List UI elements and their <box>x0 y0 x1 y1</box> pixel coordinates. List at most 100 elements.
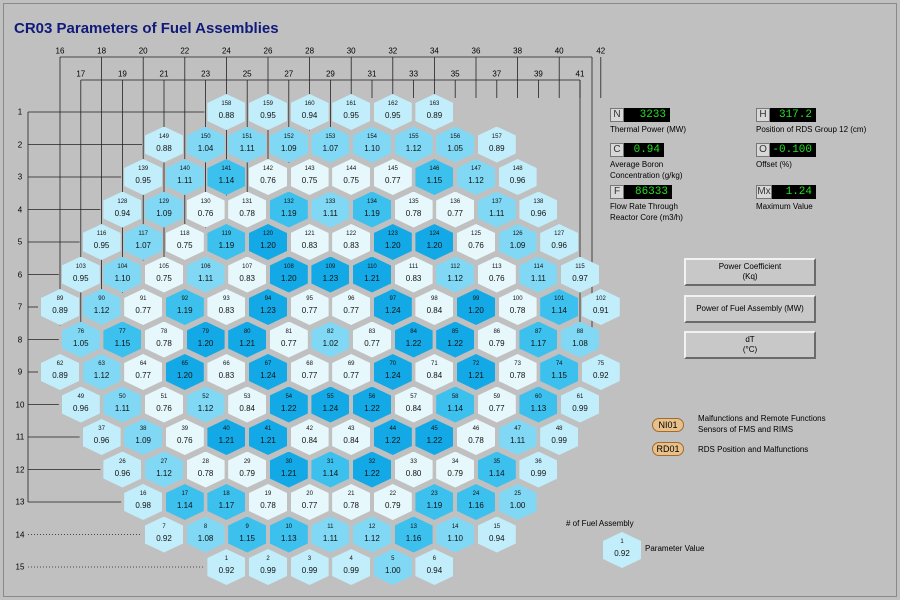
fuel-assembly-cell[interactable]: 67 1.24 <box>249 354 287 390</box>
fuel-assembly-cell[interactable]: 116 0.95 <box>82 224 121 260</box>
fuel-assembly-cell[interactable]: 50 1.11 <box>103 386 142 423</box>
fuel-assembly-cell[interactable]: 135 0.78 <box>394 191 433 228</box>
fuel-assembly-cell[interactable]: 64 0.77 <box>124 354 163 390</box>
fuel-assembly-cell[interactable]: 115 0.97 <box>561 256 599 293</box>
fuel-assembly-cell[interactable]: 158 0.88 <box>207 94 246 130</box>
fuel-assembly-cell[interactable]: 154 1.10 <box>353 126 391 163</box>
fuel-assembly-cell[interactable]: 41 1.21 <box>249 419 287 455</box>
fuel-assembly-cell[interactable]: 22 0.79 <box>373 484 412 520</box>
fuel-assembly-cell[interactable]: 121 0.83 <box>290 224 329 260</box>
fuel-assembly-cell[interactable]: 122 0.83 <box>332 224 371 260</box>
fuel-assembly-cell[interactable]: 120 1.20 <box>249 224 287 260</box>
fuel-assembly-cell[interactable]: 16 0.98 <box>124 484 163 520</box>
fuel-assembly-cell[interactable]: 118 0.75 <box>165 224 204 260</box>
fuel-assembly-cell[interactable]: 32 1.22 <box>353 451 391 488</box>
fuel-assembly-cell[interactable]: 142 0.76 <box>249 159 287 195</box>
fuel-assembly-cell[interactable]: 20 0.77 <box>290 484 329 520</box>
fuel-assembly-cell[interactable]: 3 0.99 <box>290 549 329 585</box>
fuel-assembly-cell[interactable]: 150 1.04 <box>186 126 225 163</box>
fuel-assembly-cell[interactable]: 98 0.84 <box>415 289 454 325</box>
fuel-assembly-cell[interactable]: 136 0.77 <box>436 191 475 228</box>
fuel-assembly-cell[interactable]: 130 0.76 <box>186 191 225 228</box>
fuel-assembly-cell[interactable]: 90 1.12 <box>82 289 121 325</box>
fuel-assembly-cell[interactable]: 125 0.76 <box>457 224 495 260</box>
fuel-assembly-cell[interactable]: 35 1.14 <box>477 451 516 488</box>
fuel-assembly-cell[interactable]: 156 1.05 <box>436 126 475 163</box>
fuel-assembly-cell[interactable]: 77 1.15 <box>103 321 142 358</box>
fuel-assembly-cell[interactable]: 155 1.12 <box>394 126 433 163</box>
fuel-assembly-cell[interactable]: 140 1.11 <box>165 159 204 195</box>
fuel-assembly-cell[interactable]: 13 1.16 <box>394 516 433 553</box>
fuel-assembly-cell[interactable]: 163 0.89 <box>415 94 454 130</box>
fuel-assembly-cell[interactable]: 17 1.14 <box>165 484 204 520</box>
fuel-assembly-cell[interactable]: 94 1.23 <box>249 289 287 325</box>
fuel-assembly-cell[interactable]: 71 0.84 <box>415 354 454 390</box>
fuel-assembly-cell[interactable]: 10 1.13 <box>269 516 308 553</box>
fuel-assembly-cell[interactable]: 96 0.77 <box>332 289 371 325</box>
fuel-assembly-cell[interactable]: 18 1.17 <box>207 484 246 520</box>
fuel-assembly-cell[interactable]: 36 0.99 <box>519 451 558 488</box>
fuel-assembly-cell[interactable]: 26 0.96 <box>103 451 142 488</box>
fuel-assembly-cell[interactable]: 43 0.84 <box>332 419 371 455</box>
fuel-assembly-cell[interactable]: 112 1.12 <box>436 256 475 293</box>
fuel-assembly-cell[interactable]: 141 1.14 <box>207 159 246 195</box>
fuel-assembly-cell[interactable]: 37 0.96 <box>82 419 121 455</box>
fuel-assembly-cell[interactable]: 6 0.94 <box>415 549 454 585</box>
fuel-assembly-cell[interactable]: 59 0.77 <box>477 386 516 423</box>
fuel-assembly-cell[interactable]: 14 1.10 <box>436 516 475 553</box>
fuel-assembly-cell[interactable]: 144 0.75 <box>332 159 371 195</box>
fuel-assembly-cell[interactable]: 126 1.09 <box>498 224 537 260</box>
fuel-assembly-cell[interactable]: 82 1.02 <box>311 321 350 358</box>
fuel-assembly-cell[interactable]: 73 0.78 <box>498 354 537 390</box>
fuel-assembly-cell[interactable]: 133 1.11 <box>311 191 350 228</box>
fuel-assembly-cell[interactable]: 39 0.76 <box>165 419 204 455</box>
fuel-assembly-cell[interactable]: 103 0.95 <box>61 256 100 293</box>
fuel-assembly-cell[interactable]: 53 0.84 <box>228 386 267 423</box>
fuel-assembly-cell[interactable]: 146 1.15 <box>415 159 454 195</box>
fuel-assembly-cell[interactable]: 1 0.92 <box>207 549 246 585</box>
fuel-assembly-cell[interactable]: 109 1.23 <box>311 256 350 293</box>
fuel-assembly-cell[interactable]: 4 0.99 <box>332 549 371 585</box>
fuel-assembly-cell[interactable]: 12 1.12 <box>353 516 391 553</box>
fuel-assembly-cell[interactable]: 123 1.20 <box>373 224 412 260</box>
fuel-assembly-cell[interactable]: 108 1.20 <box>269 256 308 293</box>
fuel-assembly-cell[interactable]: 159 0.95 <box>249 94 287 130</box>
fuel-assembly-cell[interactable]: 29 0.79 <box>228 451 267 488</box>
fuel-assembly-cell[interactable]: 47 1.11 <box>498 419 537 455</box>
fuel-assembly-cell[interactable]: 21 0.78 <box>332 484 371 520</box>
fuel-assembly-cell[interactable]: 62 0.89 <box>41 354 79 390</box>
fuel-assembly-cell[interactable]: 87 1.17 <box>519 321 558 358</box>
fuel-assembly-cell[interactable]: 152 1.09 <box>269 126 308 163</box>
fuel-assembly-cell[interactable]: 19 0.78 <box>249 484 287 520</box>
fuel-assembly-cell[interactable]: 162 0.95 <box>373 94 412 130</box>
fuel-assembly-cell[interactable]: 110 1.21 <box>353 256 391 293</box>
fuel-assembly-cell[interactable]: 45 1.22 <box>415 419 454 455</box>
fuel-assembly-cell[interactable]: 58 1.14 <box>436 386 475 423</box>
fuel-assembly-cell[interactable]: 128 0.94 <box>103 191 142 228</box>
fuel-assembly-cell[interactable]: 93 0.83 <box>207 289 246 325</box>
power-fuel-assembly-button[interactable]: Power of Fuel Assembly (MW) <box>684 295 816 323</box>
fuel-assembly-cell[interactable]: 68 0.77 <box>290 354 329 390</box>
fuel-assembly-cell[interactable]: 38 1.09 <box>124 419 163 455</box>
fuel-assembly-cell[interactable]: 129 1.09 <box>145 191 183 228</box>
fuel-assembly-cell[interactable]: 15 0.94 <box>477 516 516 553</box>
fuel-assembly-cell[interactable]: 30 1.21 <box>269 451 308 488</box>
fuel-assembly-cell[interactable]: 85 1.22 <box>436 321 475 358</box>
fuel-assembly-cell[interactable]: 57 0.84 <box>394 386 433 423</box>
fuel-assembly-cell[interactable]: 99 1.20 <box>457 289 495 325</box>
fuel-assembly-cell[interactable]: 88 1.08 <box>561 321 599 358</box>
fuel-assembly-cell[interactable]: 84 1.22 <box>394 321 433 358</box>
fuel-assembly-cell[interactable]: 124 1.20 <box>415 224 454 260</box>
fuel-assembly-cell[interactable]: 76 1.05 <box>61 321 100 358</box>
dt-button[interactable]: dT (°C) <box>684 331 816 359</box>
fuel-assembly-cell[interactable]: 40 1.21 <box>207 419 246 455</box>
fuel-assembly-cell[interactable]: 63 1.12 <box>82 354 121 390</box>
fuel-assembly-cell[interactable]: 157 0.89 <box>477 126 516 163</box>
fuel-assembly-cell[interactable]: 138 0.96 <box>519 191 558 228</box>
fuel-assembly-cell[interactable]: 23 1.19 <box>415 484 454 520</box>
fuel-assembly-cell[interactable]: 91 0.77 <box>124 289 163 325</box>
fuel-assembly-cell[interactable]: 52 1.12 <box>186 386 225 423</box>
fuel-assembly-cell[interactable]: 56 1.22 <box>353 386 391 423</box>
fuel-assembly-cell[interactable]: 102 0.91 <box>581 289 620 325</box>
fuel-assembly-cell[interactable]: 148 0.96 <box>498 159 537 195</box>
